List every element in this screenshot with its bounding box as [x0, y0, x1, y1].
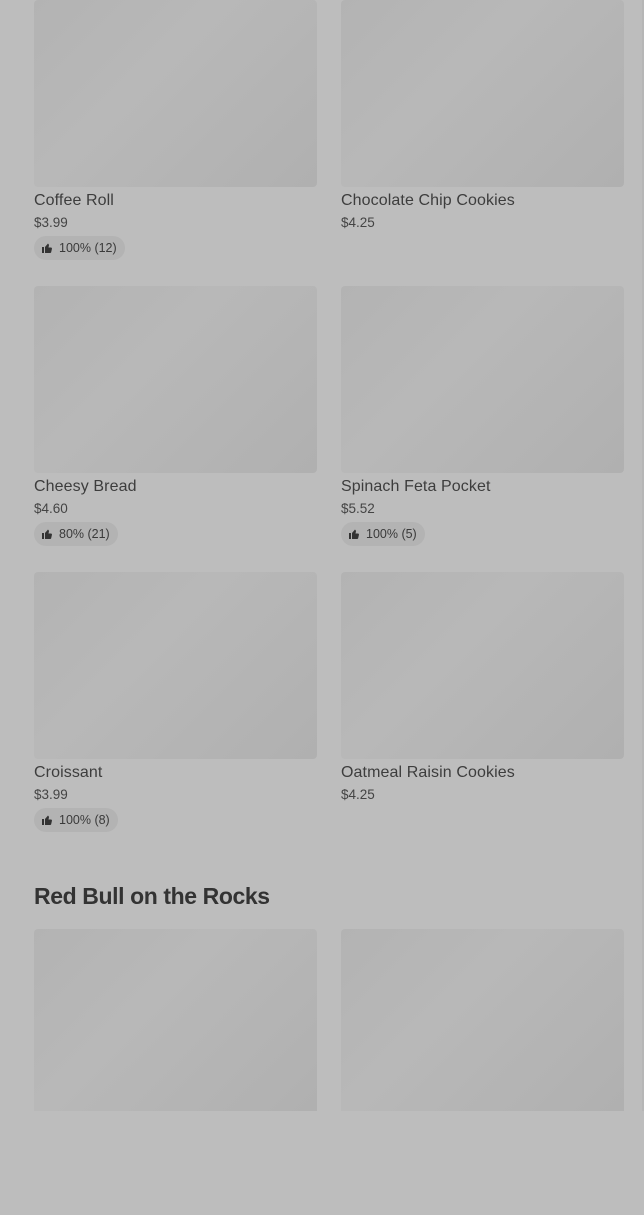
thumbs-up-icon — [41, 242, 53, 254]
item-image[interactable] — [34, 0, 317, 187]
item-name: Croissant — [34, 764, 103, 781]
item-price: $3.99 — [34, 215, 68, 230]
item-image[interactable] — [34, 929, 317, 1111]
item-image[interactable] — [341, 286, 624, 473]
rating-badge: 100% (5) — [341, 522, 425, 546]
thumbs-up-icon — [41, 528, 53, 540]
menu-item[interactable] — [34, 929, 317, 1215]
item-image[interactable] — [341, 0, 624, 187]
item-image[interactable] — [341, 929, 624, 1111]
item-image[interactable] — [341, 572, 624, 759]
menu-item-spinach-feta-pocket[interactable]: Spinach Feta Pocket $5.52 100% (5) — [341, 286, 624, 572]
menu-items-grid: Coffee Roll $3.99 100% (12) Chocolate Ch… — [34, 0, 624, 858]
item-price: $3.99 — [34, 787, 68, 802]
item-price: $5.52 — [341, 501, 375, 516]
item-name: Oatmeal Raisin Cookies — [341, 764, 515, 781]
item-image[interactable] — [34, 286, 317, 473]
item-name: Chocolate Chip Cookies — [341, 192, 515, 209]
item-image[interactable] — [34, 572, 317, 759]
thumbs-up-icon — [41, 814, 53, 826]
menu-item-coffee-roll[interactable]: Coffee Roll $3.99 100% (12) — [34, 0, 317, 286]
menu-item[interactable] — [341, 929, 624, 1215]
rating-text: 100% (5) — [366, 527, 417, 541]
menu-item-cheesy-bread[interactable]: Cheesy Bread $4.60 80% (21) — [34, 286, 317, 572]
rating-text: 100% (12) — [59, 241, 117, 255]
item-name: Coffee Roll — [34, 192, 114, 209]
item-name: Cheesy Bread — [34, 478, 137, 495]
menu-item-oatmeal-raisin-cookies[interactable]: Oatmeal Raisin Cookies $4.25 — [341, 572, 624, 858]
rating-text: 80% (21) — [59, 527, 110, 541]
rating-badge: 100% (8) — [34, 808, 118, 832]
rating-badge: 80% (21) — [34, 522, 118, 546]
menu-item-croissant[interactable]: Croissant $3.99 100% (8) — [34, 572, 317, 858]
section-items-grid — [34, 929, 624, 1215]
menu-item-chocolate-chip-cookies[interactable]: Chocolate Chip Cookies $4.25 — [341, 0, 624, 286]
item-price: $4.25 — [341, 215, 375, 230]
item-price: $4.60 — [34, 501, 68, 516]
section-title: Red Bull on the Rocks — [34, 883, 270, 909]
item-name: Spinach Feta Pocket — [341, 478, 491, 495]
thumbs-up-icon — [348, 528, 360, 540]
rating-text: 100% (8) — [59, 813, 110, 827]
rating-badge: 100% (12) — [34, 236, 125, 260]
item-price: $4.25 — [341, 787, 375, 802]
